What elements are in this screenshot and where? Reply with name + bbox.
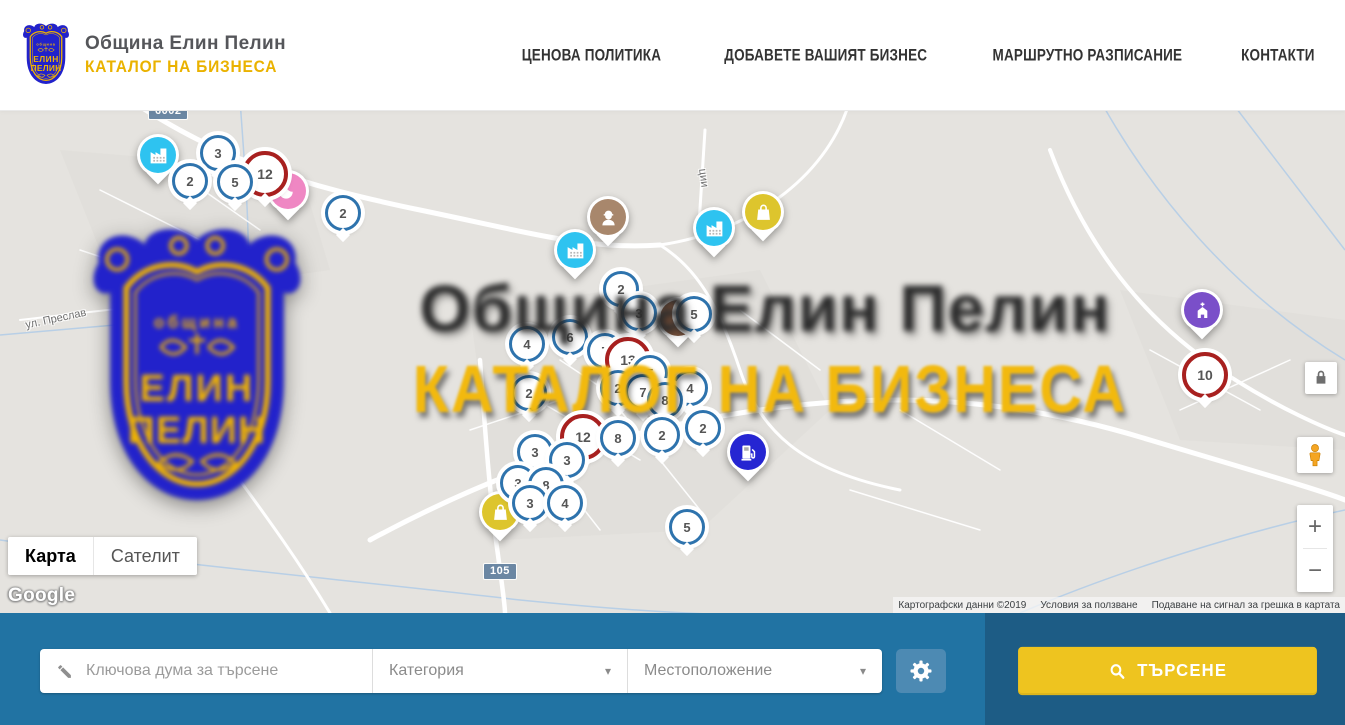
search-icon — [1108, 661, 1127, 681]
map-cluster-marker[interactable]: 3 — [512, 485, 548, 521]
fuel-icon — [738, 442, 759, 463]
chevron-down-icon: ▾ — [605, 664, 611, 678]
attribution-terms-link[interactable]: Условия за ползване — [1040, 600, 1137, 611]
zoom-in-button[interactable]: + — [1297, 505, 1333, 548]
location-dropdown-label: Местоположение — [644, 662, 772, 680]
map-cluster-marker[interactable]: 8 — [600, 420, 636, 456]
advanced-settings-button[interactable] — [896, 649, 946, 693]
map-cluster-marker[interactable]: 2 — [172, 163, 208, 199]
map-type-control: Карта Сателит — [8, 537, 197, 575]
main-nav: ЦЕНОВА ПОЛИТИКА ДОБАВЕТЕ ВАШИЯТ БИЗНЕС М… — [470, 0, 1319, 110]
bag-icon — [490, 502, 511, 523]
search-bar: Категория ▾ Местоположение ▾ ТЪРСЕНЕ — [0, 613, 1345, 725]
category-dropdown-label: Категория — [389, 662, 464, 680]
worker-icon — [598, 207, 619, 228]
map-cluster-marker[interactable]: 2 — [685, 410, 721, 446]
road-shield-label: 105 — [483, 563, 517, 580]
road-shield-label: 6002 — [148, 110, 188, 120]
pin-circle — [696, 210, 732, 246]
map-pin-fuel[interactable] — [730, 434, 766, 470]
map-cluster-marker[interactable]: 5 — [669, 509, 705, 545]
pencil-icon — [56, 663, 73, 680]
gear-icon — [909, 659, 933, 683]
map-type-map-button[interactable]: Карта — [8, 537, 93, 575]
logo-text: Община Елин Пелин КАТАЛОГ НА БИЗНЕСА — [85, 33, 286, 77]
map-pin-bag[interactable] — [745, 194, 781, 230]
factory-icon — [565, 240, 586, 261]
map-cluster-marker[interactable]: 4 — [547, 485, 583, 521]
map-cluster-marker[interactable]: 5 — [217, 164, 253, 200]
map-attribution: Картографски данни ©2019 Условия за полз… — [893, 597, 1345, 613]
pin-circle — [590, 199, 626, 235]
municipality-crest-logo — [20, 22, 72, 88]
pin-circle — [557, 232, 593, 268]
street-name-label: ции — [696, 168, 710, 188]
map-cluster-marker[interactable]: 2 — [644, 417, 680, 453]
site-header: Община Елин Пелин КАТАЛОГ НА БИЗНЕСА ЦЕН… — [0, 0, 1345, 110]
factory-icon — [704, 218, 725, 239]
watermark-subtitle: КАТАЛОГ НА БИЗНЕСА — [343, 351, 1197, 428]
map-pin-factory[interactable] — [140, 137, 176, 173]
attribution-report-error-link[interactable]: Подаване на сигнал за грешка в картата — [1152, 600, 1340, 611]
nav-item-add-business[interactable]: ДОБАВЕТЕ ВАШИЯТ БИЗНЕС — [724, 45, 927, 64]
pin-circle — [140, 137, 176, 173]
location-dropdown[interactable]: Местоположение ▾ — [627, 649, 882, 693]
map-type-satellite-button[interactable]: Сателит — [93, 537, 197, 575]
logo-catalog-name: КАТАЛОГ НА БИЗНЕСА — [85, 59, 280, 78]
street-view-pegman-button[interactable] — [1297, 437, 1333, 473]
lock-icon — [1310, 367, 1332, 389]
keyword-search-input[interactable] — [84, 661, 372, 681]
nav-item-route-schedule[interactable]: МАРШРУТНО РАЗПИСАНИЕ — [993, 45, 1183, 64]
keyword-field[interactable] — [40, 649, 372, 693]
map-zoom-control: + − — [1297, 505, 1333, 592]
pin-circle — [730, 434, 766, 470]
factory-icon — [148, 145, 169, 166]
logo-org-name: Община Елин Пелин — [85, 33, 286, 55]
search-form: Категория ▾ Местоположение ▾ — [40, 649, 946, 693]
site-logo[interactable]: Община Елин Пелин КАТАЛОГ НА БИЗНЕСА — [20, 22, 286, 88]
map-pin-worker[interactable] — [590, 199, 626, 235]
map-lock-button[interactable] — [1305, 362, 1337, 394]
category-dropdown[interactable]: Категория ▾ — [372, 649, 627, 693]
pegman-icon — [1302, 442, 1328, 468]
nav-item-contacts[interactable]: КОНТАКТИ — [1241, 45, 1315, 64]
map-pin-factory[interactable] — [696, 210, 732, 246]
map-pin-factory[interactable] — [557, 232, 593, 268]
google-logo[interactable]: Google — [8, 585, 75, 607]
watermark-title: Община Елин Пелин — [325, 270, 1205, 346]
map-cluster-marker[interactable]: 2 — [325, 195, 361, 231]
map-canvas[interactable]: 6002105 ул. Преславбул. „Новоселции 3251… — [0, 110, 1345, 613]
search-submit-button[interactable]: ТЪРСЕНЕ — [1018, 647, 1317, 695]
nav-item-pricing[interactable]: ЦЕНОВА ПОЛИТИКА — [522, 45, 661, 64]
watermark-crest — [83, 214, 311, 526]
search-fields-group: Категория ▾ Местоположение ▾ — [40, 649, 882, 693]
pin-circle — [745, 194, 781, 230]
attribution-copyright: Картографски данни ©2019 — [898, 600, 1026, 611]
bag-icon — [753, 202, 774, 223]
zoom-out-button[interactable]: − — [1297, 549, 1333, 592]
search-button-label: ТЪРСЕНЕ — [1137, 661, 1227, 682]
chevron-down-icon: ▾ — [860, 664, 866, 678]
